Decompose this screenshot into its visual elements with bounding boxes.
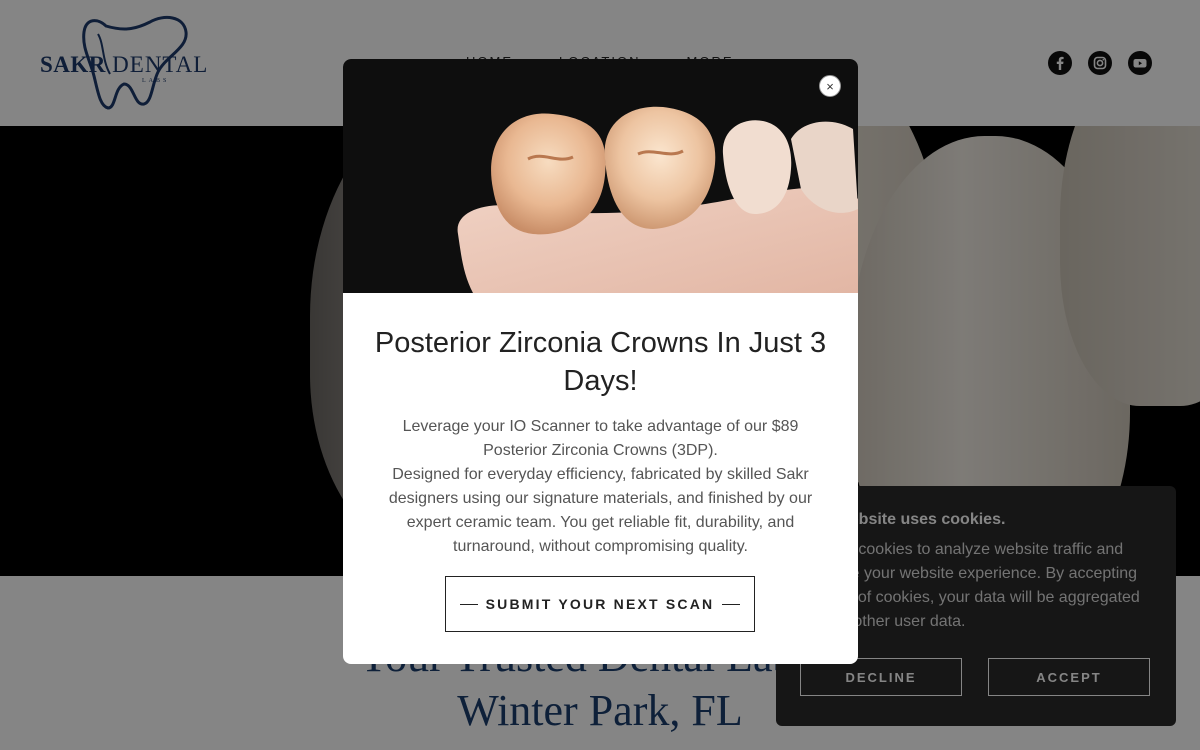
- submit-scan-button[interactable]: SUBMIT YOUR NEXT SCAN: [445, 576, 755, 632]
- modal-body: Leverage your IO Scanner to take advanta…: [378, 415, 823, 559]
- modal-paragraph-2: Designed for everyday efficiency, fabric…: [388, 466, 813, 555]
- modal-close-button[interactable]: ×: [819, 75, 841, 97]
- cta-dash-left: [459, 603, 478, 605]
- cta-dash-right: [722, 603, 741, 605]
- submit-scan-label: SUBMIT YOUR NEXT SCAN: [485, 596, 715, 612]
- modal-paragraph-1: Leverage your IO Scanner to take advanta…: [402, 418, 799, 459]
- modal-title: Posterior Zirconia Crowns In Just 3 Days…: [374, 327, 827, 397]
- crowns-image: ×: [343, 59, 858, 293]
- zirconia-crowns-illustration: [457, 106, 858, 293]
- promo-modal: × Posterior Zirconia Crowns In Just 3 Da…: [343, 59, 858, 664]
